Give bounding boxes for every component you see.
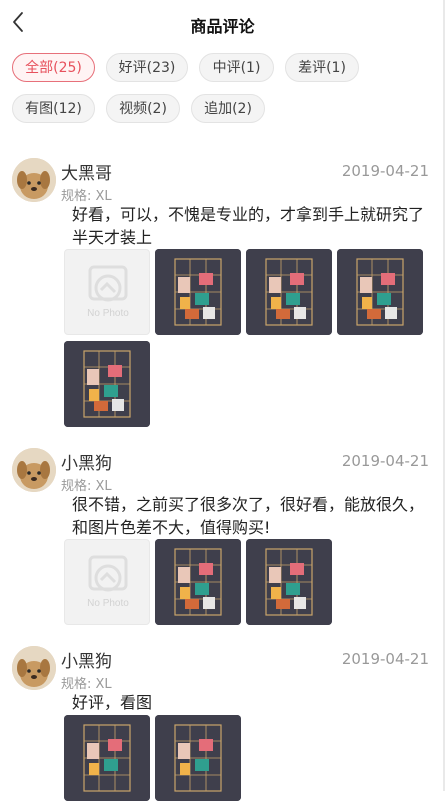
photo-grid-frame-image bbox=[155, 249, 241, 335]
photo-grid-frame-image bbox=[64, 715, 150, 801]
filter-chip-negative[interactable]: 差评(1) bbox=[285, 53, 359, 82]
filter-chip-positive[interactable]: 好评(23) bbox=[106, 53, 188, 82]
no-photo-icon: No Photo bbox=[87, 555, 129, 609]
review-date: 2019-04-21 bbox=[341, 162, 429, 180]
review-spec: 规格: XL bbox=[61, 677, 112, 692]
review-text: 很不错，之前买了很多次了，很好看，能放很久，和图片色差不大，值得购买! bbox=[72, 495, 425, 537]
top-bar: 商品评论 bbox=[0, 0, 445, 46]
filter-chip-neutral[interactable]: 中评(1) bbox=[199, 53, 274, 82]
dog-avatar-icon bbox=[12, 448, 56, 492]
dog-avatar-icon bbox=[12, 158, 56, 202]
filter-chips: 全部(25) 好评(23) 中评(1) 差评(1) 有图(12) 视频(2) 追… bbox=[0, 46, 445, 130]
dog-avatar-icon bbox=[12, 646, 56, 690]
photo-grid-frame-image bbox=[155, 539, 241, 625]
review-image[interactable] bbox=[155, 539, 241, 625]
photo-grid-frame-image bbox=[64, 341, 150, 427]
filter-chip-with-images[interactable]: 有图(12) bbox=[12, 94, 95, 123]
filter-chip-video[interactable]: 视频(2) bbox=[106, 94, 180, 123]
no-photo-icon: No Photo bbox=[87, 265, 129, 319]
review-image[interactable] bbox=[337, 249, 423, 335]
avatar[interactable] bbox=[12, 646, 56, 690]
photo-grid-frame-image bbox=[246, 249, 332, 335]
reviewer-name: 大黑哥 bbox=[61, 164, 112, 184]
page-title: 商品评论 bbox=[190, 17, 255, 36]
review-image[interactable] bbox=[246, 249, 332, 335]
review-image[interactable] bbox=[64, 341, 150, 427]
photo-grid-frame-image bbox=[155, 715, 241, 801]
avatar[interactable] bbox=[12, 158, 56, 202]
filter-chip-follow-up[interactable]: 追加(2) bbox=[191, 94, 265, 123]
review-image[interactable] bbox=[155, 249, 241, 335]
svg-text:No Photo: No Photo bbox=[87, 308, 129, 319]
review-date: 2019-04-21 bbox=[341, 452, 429, 470]
review-spec: 规格: XL bbox=[61, 479, 112, 494]
filter-chip-all[interactable]: 全部(25) bbox=[12, 53, 95, 82]
photo-grid-frame-image bbox=[246, 539, 332, 625]
reviewer-name: 小黑狗 bbox=[61, 652, 112, 672]
avatar[interactable] bbox=[12, 448, 56, 492]
review-image-placeholder[interactable]: No Photo bbox=[64, 539, 150, 625]
review-date: 2019-04-21 bbox=[341, 650, 429, 668]
review-image[interactable] bbox=[155, 715, 241, 801]
review-spec: 规格: XL bbox=[61, 189, 112, 204]
review-text: 好评，看图 bbox=[72, 693, 153, 712]
svg-text:No Photo: No Photo bbox=[87, 598, 129, 609]
reviewer-name: 小黑狗 bbox=[61, 454, 112, 474]
review-image[interactable] bbox=[64, 715, 150, 801]
photo-grid-frame-image bbox=[337, 249, 423, 335]
review-image[interactable] bbox=[246, 539, 332, 625]
review-image-placeholder[interactable]: No Photo bbox=[64, 249, 150, 335]
review-text: 好看，可以，不愧是专业的，才拿到手上就研究了半天才装上 bbox=[72, 205, 425, 247]
